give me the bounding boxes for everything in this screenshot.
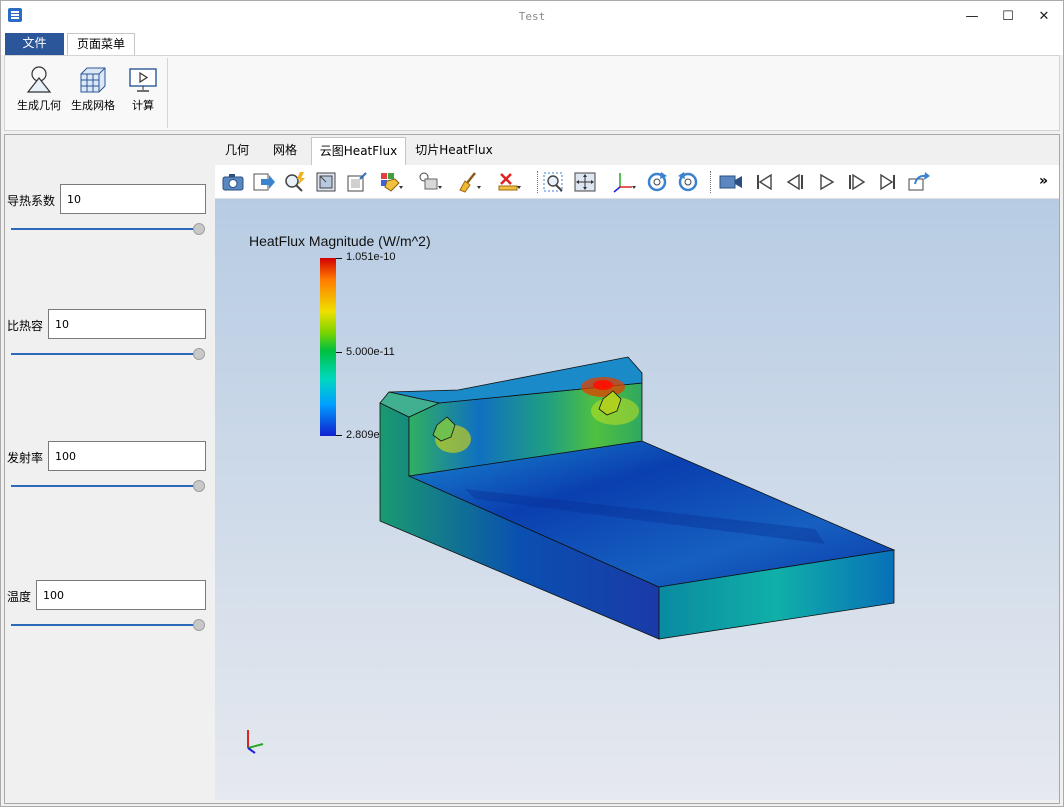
heatflux-model	[247, 356, 896, 754]
tab-page-menu[interactable]: 页面菜单	[67, 33, 135, 56]
temperature-label: 温度	[7, 590, 32, 604]
generate-geometry-label: 生成几何	[17, 99, 61, 112]
generate-mesh-label: 生成网格	[71, 99, 115, 112]
next-frame-icon[interactable]	[845, 171, 869, 193]
ribbon-tab-bar: 文件 页面菜单	[1, 31, 1063, 56]
color-map-icon[interactable]	[379, 171, 403, 193]
slider-thumb[interactable]	[193, 348, 205, 360]
thermal-conductivity-input[interactable]	[60, 184, 206, 214]
toolbar-divider	[537, 171, 538, 193]
brush-icon[interactable]	[457, 171, 481, 193]
record-icon[interactable]	[719, 171, 743, 193]
emissivity-label: 发射率	[7, 451, 44, 465]
close-button[interactable]: ✕	[1026, 1, 1062, 31]
export-icon[interactable]	[252, 171, 276, 193]
prev-frame-icon[interactable]	[783, 171, 807, 193]
tab-geometry[interactable]: 几何	[217, 137, 257, 164]
slider-thumb[interactable]	[193, 223, 205, 235]
loop-icon[interactable]	[907, 171, 931, 193]
compute-label: 计算	[132, 99, 154, 112]
probe-icon[interactable]	[418, 171, 442, 193]
ribbon-panel: 生成几何 生成网格 计算	[4, 55, 1060, 131]
temperature-input[interactable]	[36, 580, 206, 610]
emissivity-slider[interactable]	[11, 480, 205, 492]
last-frame-icon[interactable]	[876, 171, 900, 193]
generate-geometry-button[interactable]: 生成几何	[13, 62, 65, 122]
thermal-conductivity-slider[interactable]	[11, 223, 205, 235]
generate-mesh-button[interactable]: 生成网格	[67, 62, 119, 122]
tab-heatflux-contour[interactable]: 云图HeatFlux	[311, 137, 406, 165]
thermal-conductivity-label: 导热系数	[7, 194, 56, 208]
render-viewport[interactable]: HeatFlux Magnitude (W/m^2) 1.051e-10 5.0…	[215, 199, 1059, 800]
compute-button[interactable]: 计算	[117, 62, 169, 122]
specific-heat-slider[interactable]	[11, 348, 205, 360]
toolbar-divider	[710, 171, 711, 193]
camera-icon[interactable]	[221, 171, 245, 193]
play-icon[interactable]	[814, 171, 838, 193]
parameter-panel: 导热系数 比热容 发射率 温度	[5, 135, 213, 803]
app-window: Test — ☐ ✕ 文件 页面菜单 生成几何 生成网格 计算 导热系数 10 …	[0, 0, 1064, 807]
axis-y	[247, 743, 264, 749]
render-toolbar: »	[215, 165, 1059, 199]
edit-view-icon[interactable]	[345, 171, 369, 193]
ribbon-divider	[167, 58, 168, 128]
slider-thumb[interactable]	[193, 619, 205, 631]
specific-heat-label: 比热容	[7, 319, 44, 333]
slider-thumb[interactable]	[193, 480, 205, 492]
emissivity-input[interactable]	[48, 441, 206, 471]
fit-view-icon[interactable]	[573, 171, 597, 193]
geometry-icon	[26, 66, 52, 93]
first-frame-icon[interactable]	[752, 171, 776, 193]
tab-file[interactable]: 文件	[5, 33, 64, 55]
rotate-cw-icon[interactable]	[645, 171, 669, 193]
toolbar-overflow-button[interactable]: »	[1039, 173, 1048, 189]
main-area: 导热系数 比热容 发射率 温度 几何 网格 云图HeatFlux 切片HeatF…	[4, 134, 1060, 804]
zoom-box-icon[interactable]	[542, 171, 566, 193]
mesh-icon	[80, 67, 106, 93]
title-bar[interactable]: Test — ☐ ✕	[1, 1, 1063, 31]
window-title: Test	[518, 10, 546, 23]
tab-heatflux-slice[interactable]: 切片HeatFlux	[410, 137, 498, 164]
axes-icon[interactable]	[612, 171, 636, 193]
frame-icon[interactable]	[314, 171, 338, 193]
maximize-button[interactable]: ☐	[990, 1, 1026, 31]
remove-icon[interactable]	[497, 171, 521, 193]
temperature-slider[interactable]	[11, 619, 205, 631]
search-zoom-icon[interactable]	[283, 171, 307, 193]
compute-icon	[129, 68, 157, 92]
rotate-ccw-icon[interactable]	[676, 171, 700, 193]
axis-z	[247, 747, 256, 754]
minimize-button[interactable]: —	[954, 1, 990, 31]
tab-mesh[interactable]: 网格	[261, 137, 309, 164]
specific-heat-input[interactable]	[48, 309, 206, 339]
